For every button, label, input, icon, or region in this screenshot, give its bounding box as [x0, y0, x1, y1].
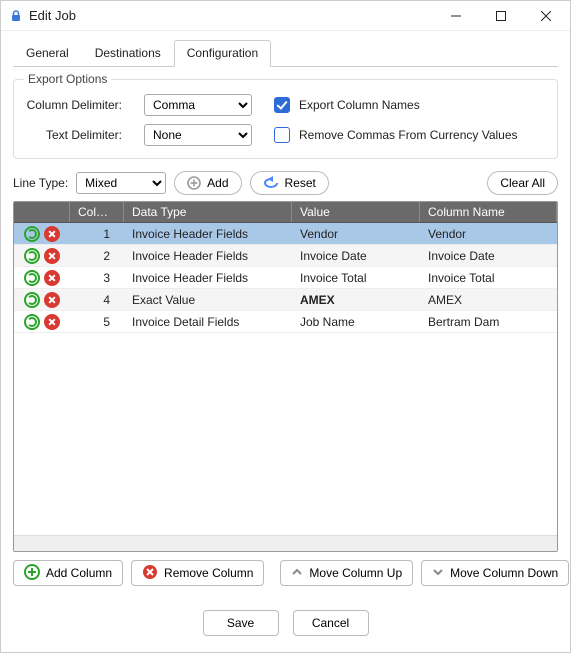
line-type-label: Line Type: [13, 176, 68, 190]
table-row[interactable]: 3Invoice Header FieldsInvoice TotalInvoi… [14, 267, 557, 289]
chevron-down-icon [432, 566, 444, 581]
header-column[interactable]: Column [70, 202, 124, 222]
maximize-button[interactable] [478, 2, 523, 30]
column-delimiter-label: Column Delimiter: [26, 98, 126, 112]
table-row[interactable]: 5Invoice Detail FieldsJob NameBertram Da… [14, 311, 557, 333]
column-delimiter-select[interactable]: Comma [144, 94, 252, 116]
cell-data-type: Invoice Header Fields [124, 227, 292, 241]
export-options-group: Export Options Column Delimiter: Comma E… [13, 79, 558, 159]
row-delete-icon[interactable] [44, 226, 60, 242]
row-delete-icon[interactable] [44, 292, 60, 308]
lock-icon [9, 9, 23, 23]
export-options-title: Export Options [24, 72, 111, 86]
row-delete-icon[interactable] [44, 270, 60, 286]
save-button[interactable]: Save [203, 610, 279, 636]
export-column-names-label: Export Column Names [299, 98, 420, 112]
cell-column-name: Vendor [420, 227, 557, 241]
remove-column-button[interactable]: Remove Column [131, 560, 264, 586]
text-delimiter-select[interactable]: None [144, 124, 252, 146]
tab-general[interactable]: General [13, 40, 82, 67]
table-row[interactable]: 1Invoice Header FieldsVendorVendor [14, 223, 557, 245]
window-title: Edit Job [29, 8, 76, 23]
chevron-up-icon [291, 566, 303, 581]
column-buttons-row: Add Column Remove Column Move Column Up [13, 560, 558, 586]
clear-all-button[interactable]: Clear All [487, 171, 558, 195]
cell-column-name: Invoice Total [420, 271, 557, 285]
text-delimiter-label: Text Delimiter: [26, 128, 126, 142]
line-type-row: Line Type: Mixed Add Reset [13, 171, 558, 195]
move-column-up-button[interactable]: Move Column Up [280, 560, 413, 586]
columns-grid: Column Data Type Value Column Name 1Invo… [13, 201, 558, 552]
row-refresh-icon[interactable] [24, 292, 40, 308]
row-refresh-icon[interactable] [24, 314, 40, 330]
cancel-button[interactable]: Cancel [293, 610, 369, 636]
cell-column-name: Bertram Dam [420, 315, 557, 329]
cell-data-type: Invoice Detail Fields [124, 315, 292, 329]
row-delete-icon[interactable] [44, 314, 60, 330]
tab-destinations[interactable]: Destinations [82, 40, 174, 67]
row-refresh-icon[interactable] [24, 248, 40, 264]
cell-data-type: Invoice Header Fields [124, 249, 292, 263]
line-type-select[interactable]: Mixed [76, 172, 166, 194]
grid-header: Column Data Type Value Column Name [14, 202, 557, 223]
dialog-footer: Save Cancel [1, 592, 570, 652]
add-column-button[interactable]: Add Column [13, 560, 123, 586]
cell-column: 2 [70, 249, 124, 263]
tab-strip: General Destinations Configuration [13, 39, 558, 67]
row-delete-icon[interactable] [44, 248, 60, 264]
cell-column: 4 [70, 293, 124, 307]
cell-value: Job Name [292, 315, 420, 329]
x-circle-icon [142, 564, 158, 583]
cell-data-type: Invoice Header Fields [124, 271, 292, 285]
add-button[interactable]: Add [174, 171, 241, 195]
row-refresh-icon[interactable] [24, 226, 40, 242]
header-value[interactable]: Value [292, 202, 420, 222]
plus-circle-icon [24, 564, 40, 583]
cell-value: Invoice Total [292, 271, 420, 285]
move-column-down-button[interactable]: Move Column Down [421, 560, 569, 586]
reset-button[interactable]: Reset [250, 171, 329, 195]
row-refresh-icon[interactable] [24, 270, 40, 286]
reset-arrow-icon [263, 176, 279, 190]
grid-scrollbar[interactable] [14, 535, 557, 551]
export-column-names-checkbox[interactable] [274, 97, 290, 113]
cell-column: 3 [70, 271, 124, 285]
header-column-name[interactable]: Column Name [420, 202, 557, 222]
cell-column-name: Invoice Date [420, 249, 557, 263]
cell-data-type: Exact Value [124, 293, 292, 307]
cell-column: 5 [70, 315, 124, 329]
tab-configuration[interactable]: Configuration [174, 40, 271, 67]
cell-value: Vendor [292, 227, 420, 241]
header-data-type[interactable]: Data Type [124, 202, 292, 222]
grid-body[interactable]: 1Invoice Header FieldsVendorVendor2Invoi… [14, 223, 557, 535]
remove-commas-checkbox[interactable] [274, 127, 290, 143]
cell-value: Invoice Date [292, 249, 420, 263]
close-button[interactable] [523, 2, 568, 30]
cell-value: AMEX [292, 293, 420, 307]
table-row[interactable]: 4Exact ValueAMEXAMEX [14, 289, 557, 311]
cell-column: 1 [70, 227, 124, 241]
remove-commas-label: Remove Commas From Currency Values [299, 128, 518, 142]
edit-job-window: Edit Job General Destinations Configurat… [0, 0, 571, 653]
cell-column-name: AMEX [420, 293, 557, 307]
table-row[interactable]: 2Invoice Header FieldsInvoice DateInvoic… [14, 245, 557, 267]
minimize-button[interactable] [433, 2, 478, 30]
plus-circle-icon [187, 176, 201, 190]
content-area: General Destinations Configuration Expor… [1, 31, 570, 592]
titlebar: Edit Job [1, 1, 570, 31]
